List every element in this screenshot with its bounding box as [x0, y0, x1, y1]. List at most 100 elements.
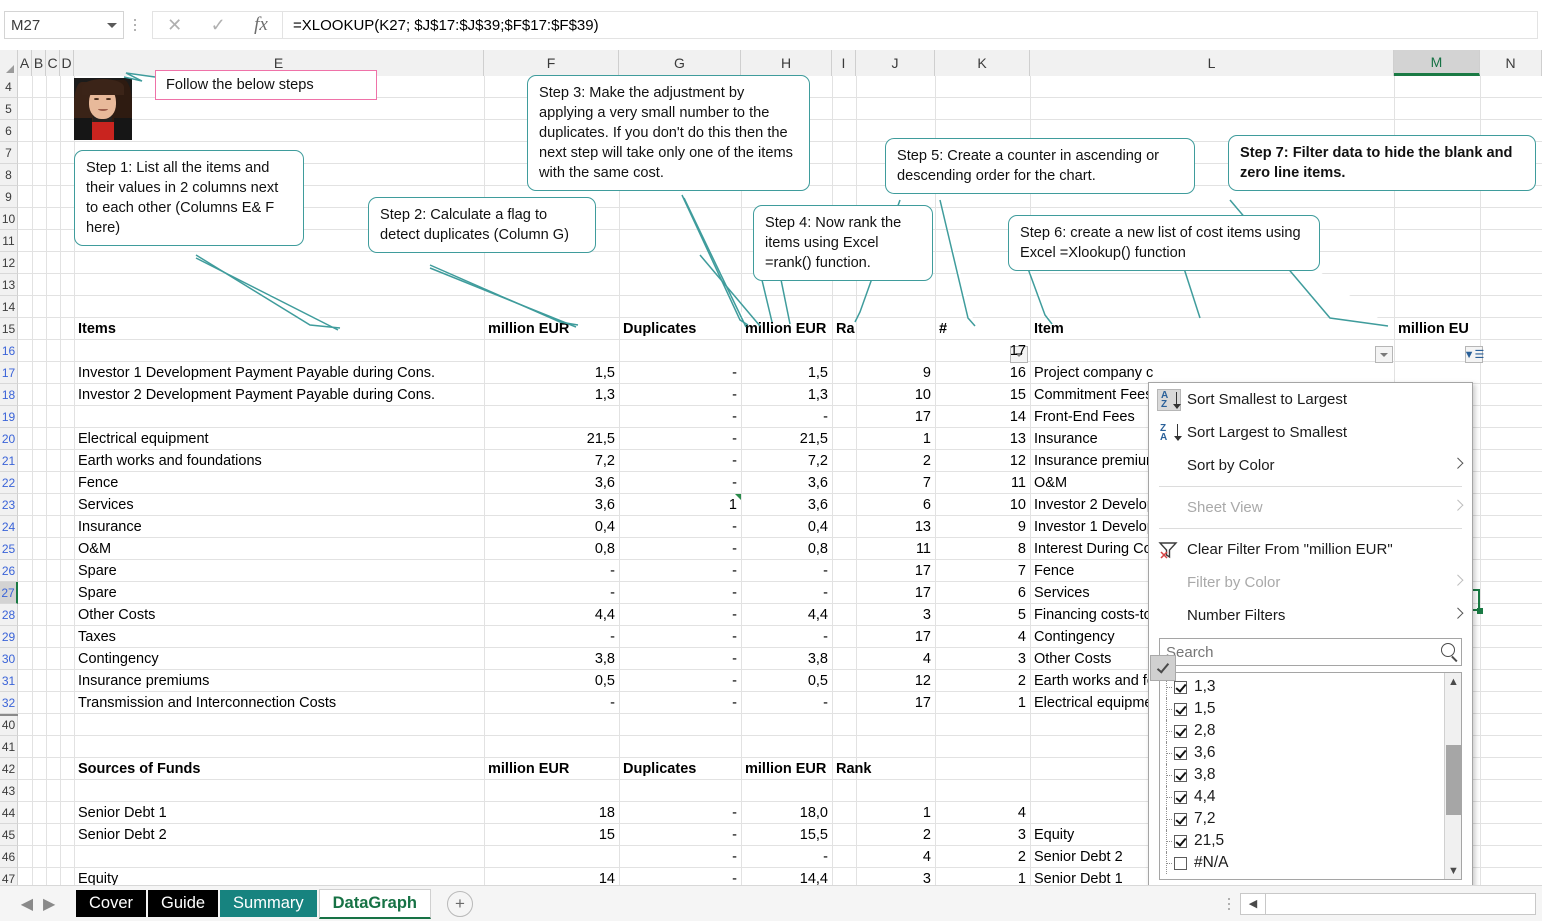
filter-value-item[interactable]: 7,2: [1160, 808, 1443, 830]
cell-funds-meur1-47[interactable]: 14: [484, 868, 619, 885]
cell-meur1-31[interactable]: 0,5: [484, 670, 619, 692]
row-header-21[interactable]: 21: [0, 450, 18, 472]
chevron-down-icon[interactable]: [107, 22, 117, 28]
row-header-7[interactable]: 7: [0, 142, 18, 164]
cell-item-23[interactable]: Services: [74, 494, 484, 516]
checkbox-1[interactable]: [1174, 680, 1187, 694]
filter-value-item[interactable]: 3,8: [1160, 764, 1443, 786]
cell-funds-counter-46[interactable]: 2: [935, 846, 1030, 868]
filter-value-item[interactable]: 4,4: [1160, 786, 1443, 808]
cell-counter-27[interactable]: 6: [935, 582, 1030, 604]
cell-item-32[interactable]: Transmission and Interconnection Costs: [74, 692, 484, 714]
row-header-16[interactable]: 16: [0, 340, 18, 362]
scrollbar-thumb[interactable]: [1446, 745, 1461, 815]
header-items[interactable]: Items: [74, 318, 484, 340]
row-header-46[interactable]: 46: [0, 846, 18, 868]
column-header-I[interactable]: I: [832, 50, 856, 76]
cell-rank-31[interactable]: 12: [856, 670, 935, 692]
nav-first-icon[interactable]: ◀: [21, 894, 33, 914]
cell-counter-28[interactable]: 5: [935, 604, 1030, 626]
cell-rank-27[interactable]: 17: [856, 582, 935, 604]
cell-counter-16[interactable]: 17: [935, 340, 1030, 362]
column-header-A[interactable]: A: [18, 50, 32, 76]
filter-search-box[interactable]: [1159, 638, 1462, 666]
cell-rank-24[interactable]: 13: [856, 516, 935, 538]
row-header-26[interactable]: 26: [0, 560, 18, 582]
cell-meur1-23[interactable]: 3,6: [484, 494, 619, 516]
column-header-C[interactable]: C: [46, 50, 60, 76]
row-header-41[interactable]: 41: [0, 736, 18, 758]
cell-dup-25[interactable]: -: [619, 538, 741, 560]
header-funds-duplicates[interactable]: Duplicates: [619, 758, 741, 780]
menu-item-number-filters[interactable]: Number Filters: [1149, 599, 1472, 632]
sheet-nav-arrows[interactable]: ◀ ▶: [0, 886, 76, 922]
checkbox-4[interactable]: [1174, 746, 1187, 760]
cell-meur1-24[interactable]: 0,4: [484, 516, 619, 538]
cell-dup-26[interactable]: -: [619, 560, 741, 582]
cell-counter-32[interactable]: 1: [935, 692, 1030, 714]
row-header-8[interactable]: 8: [0, 164, 18, 186]
cell-counter-19[interactable]: 14: [935, 406, 1030, 428]
cell-item-27[interactable]: Spare: [74, 582, 484, 604]
cell-item-31[interactable]: Insurance premiums: [74, 670, 484, 692]
row-header-40[interactable]: 40: [0, 714, 18, 736]
cell-dup-24[interactable]: -: [619, 516, 741, 538]
row-header-13[interactable]: 13: [0, 274, 18, 296]
filter-value-item[interactable]: 21,5: [1160, 830, 1443, 852]
checkbox-8[interactable]: [1174, 834, 1187, 848]
cell-counter-25[interactable]: 8: [935, 538, 1030, 560]
header-funds-rank[interactable]: Rank: [832, 758, 892, 780]
cell-funds-rank-44[interactable]: 1: [856, 802, 935, 824]
filter-value-item[interactable]: 3,6: [1160, 742, 1443, 764]
filter-value-item[interactable]: 2,8: [1160, 720, 1443, 742]
cell-counter-21[interactable]: 12: [935, 450, 1030, 472]
cell-funds-item-45[interactable]: Senior Debt 2: [74, 824, 484, 846]
checkbox-9[interactable]: [1174, 856, 1187, 870]
cell-funds-meur1-45[interactable]: 15: [484, 824, 619, 846]
row-header-28[interactable]: 28: [0, 604, 18, 626]
row-header-43[interactable]: 43: [0, 780, 18, 802]
cell-rank-25[interactable]: 11: [856, 538, 935, 560]
cell-meur2-19[interactable]: -: [741, 406, 832, 428]
row-header-5[interactable]: 5: [0, 98, 18, 120]
formula-bar-overflow-icon[interactable]: [124, 11, 146, 39]
cell-counter-18[interactable]: 15: [935, 384, 1030, 406]
cell-funds-meur2-47[interactable]: 14,4: [741, 868, 832, 885]
cell-rank-30[interactable]: 4: [856, 648, 935, 670]
cell-counter-22[interactable]: 11: [935, 472, 1030, 494]
cell-meur2-32[interactable]: -: [741, 692, 832, 714]
cell-rank-26[interactable]: 17: [856, 560, 935, 582]
cell-funds-rank-46[interactable]: 4: [856, 846, 935, 868]
row-header-20[interactable]: 20: [0, 428, 18, 450]
filter-search-input[interactable]: [1160, 639, 1461, 665]
cell-dup-30[interactable]: -: [619, 648, 741, 670]
row-header-19[interactable]: 19: [0, 406, 18, 428]
cell-funds-counter-45[interactable]: 3: [935, 824, 1030, 846]
cell-meur2-27[interactable]: -: [741, 582, 832, 604]
cell-meur2-21[interactable]: 7,2: [741, 450, 832, 472]
select-all-corner[interactable]: [0, 50, 18, 76]
horizontal-scrollbar[interactable]: ◀: [1240, 892, 1536, 915]
checkbox-5[interactable]: [1174, 768, 1187, 782]
cell-item-29[interactable]: Taxes: [74, 626, 484, 648]
cell-meur1-32[interactable]: -: [484, 692, 619, 714]
cell-rank-28[interactable]: 3: [856, 604, 935, 626]
cell-meur1-25[interactable]: 0,8: [484, 538, 619, 560]
cell-item-24[interactable]: Insurance: [74, 516, 484, 538]
column-header-H[interactable]: H: [741, 50, 832, 76]
sheet-tab-cover[interactable]: Cover: [76, 890, 147, 917]
cell-funds-rank-47[interactable]: 3: [856, 868, 935, 885]
cell-funds-dup-45[interactable]: -: [619, 824, 741, 846]
row-header-22[interactable]: 22: [0, 472, 18, 494]
sheet-tab-datagraph[interactable]: DataGraph: [318, 888, 431, 919]
cell-rank-21[interactable]: 2: [856, 450, 935, 472]
cell-meur1-21[interactable]: 7,2: [484, 450, 619, 472]
cell-funds-dup-44[interactable]: -: [619, 802, 741, 824]
cell-funds-meur1-44[interactable]: 18: [484, 802, 619, 824]
cell-funds-dup-47[interactable]: -: [619, 868, 741, 885]
cell-rank-32[interactable]: 17: [856, 692, 935, 714]
cell-rank-23[interactable]: 6: [856, 494, 935, 516]
row-header-31[interactable]: 31: [0, 670, 18, 692]
cell-rank-20[interactable]: 1: [856, 428, 935, 450]
sheet-tab-summary[interactable]: Summary: [220, 890, 317, 917]
